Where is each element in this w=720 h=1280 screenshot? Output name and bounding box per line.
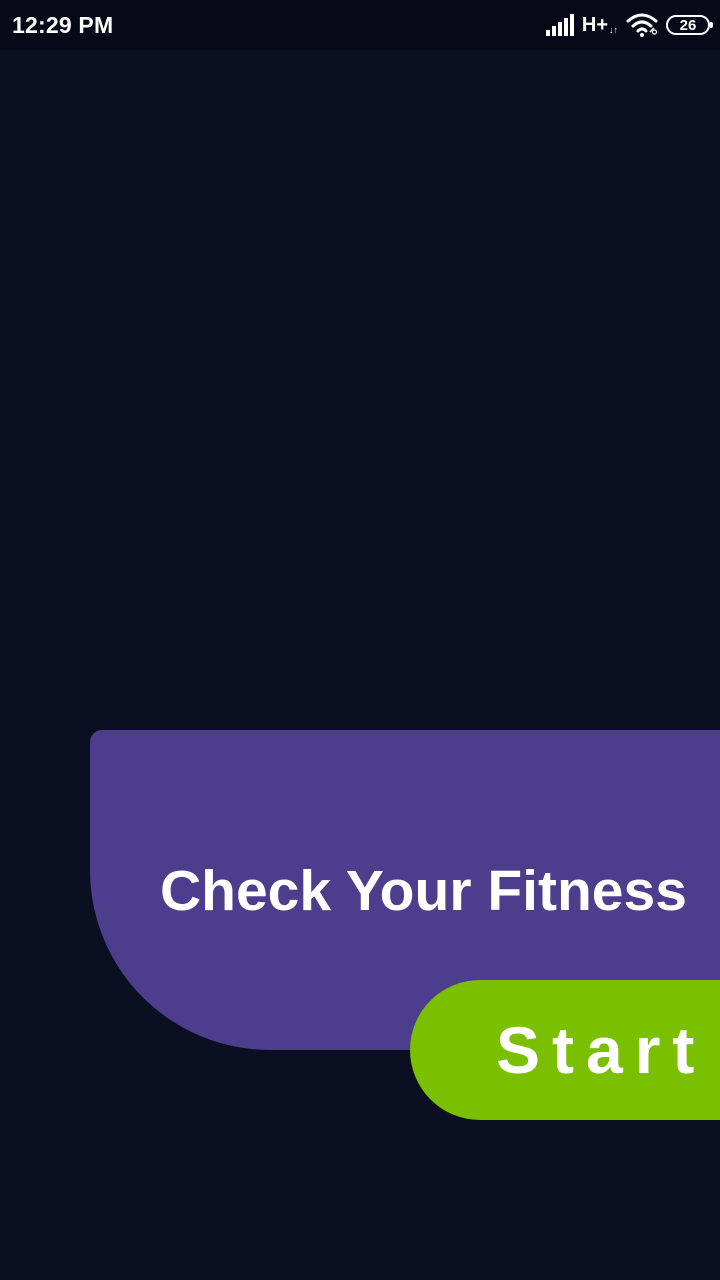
battery-tip — [710, 22, 713, 28]
network-activity-icon: ↓↑ — [609, 24, 618, 35]
start-button-label: Start — [496, 1013, 707, 1087]
network-type-label: H+ — [581, 13, 608, 36]
status-time: 12:29 PM — [12, 12, 114, 38]
card-title: Check Your Fitness — [160, 859, 687, 923]
wifi-icon — [626, 13, 658, 37]
battery-level: 26 — [679, 16, 697, 34]
start-button[interactable]: Start — [410, 980, 720, 1120]
battery-icon: 26 — [666, 15, 713, 35]
status-bar: 12:29 PM H+ ↓↑ 26 — [0, 0, 720, 50]
signal-icon — [545, 14, 574, 36]
status-icons: H+ ↓↑ 26 — [545, 10, 713, 40]
network-type-indicator: H+ ↓↑ — [582, 14, 618, 37]
